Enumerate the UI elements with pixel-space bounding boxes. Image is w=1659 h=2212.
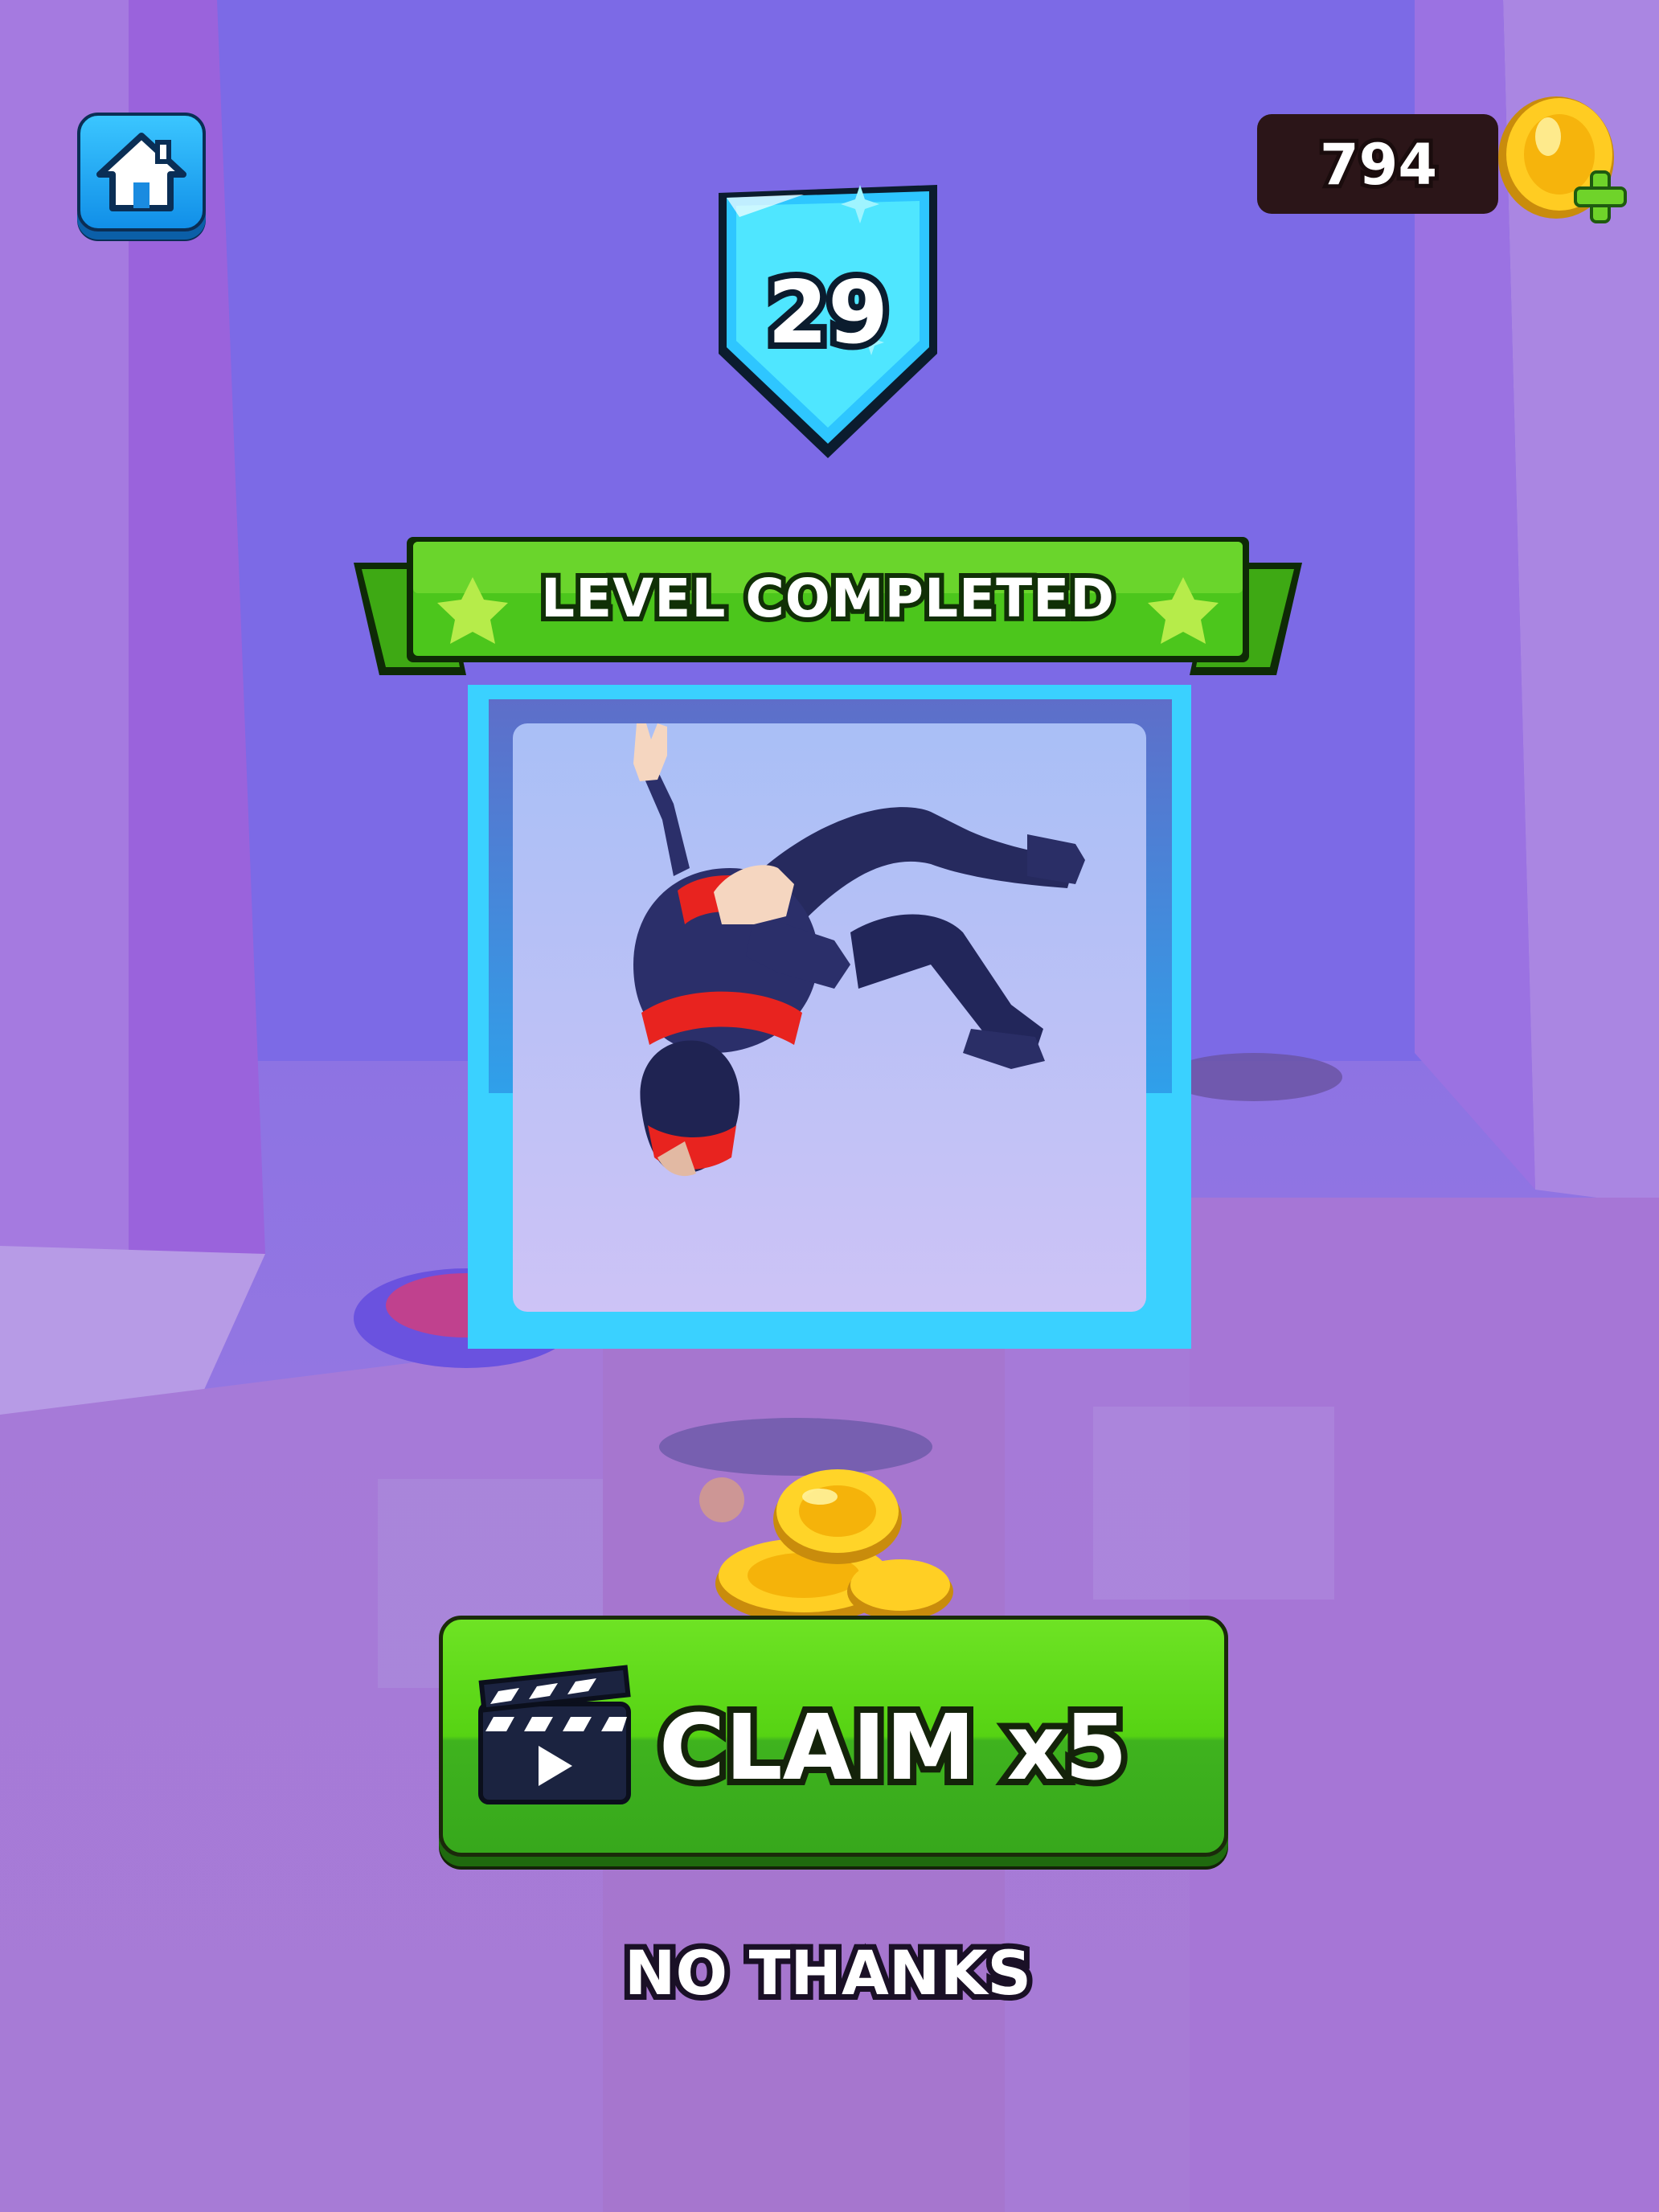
level-number: 29: [761, 256, 895, 370]
clapperboard-play-icon: [478, 1665, 631, 1804]
coin-count: 794: [1316, 128, 1441, 202]
level-completed-title: LEVEL COMPLETED: [536, 563, 1119, 634]
add-coins-button[interactable]: [1489, 88, 1633, 233]
home-button[interactable]: [77, 113, 206, 231]
house-icon: [96, 133, 186, 211]
no-thanks-link[interactable]: NO THANKS: [587, 1929, 1069, 2017]
ninja-character-image: [633, 723, 1085, 1177]
claim-button-label[interactable]: CLAIM x5: [653, 1690, 1190, 1807]
result-card: [513, 723, 1146, 1312]
coin-reward-pile-icon: [715, 1469, 953, 1624]
